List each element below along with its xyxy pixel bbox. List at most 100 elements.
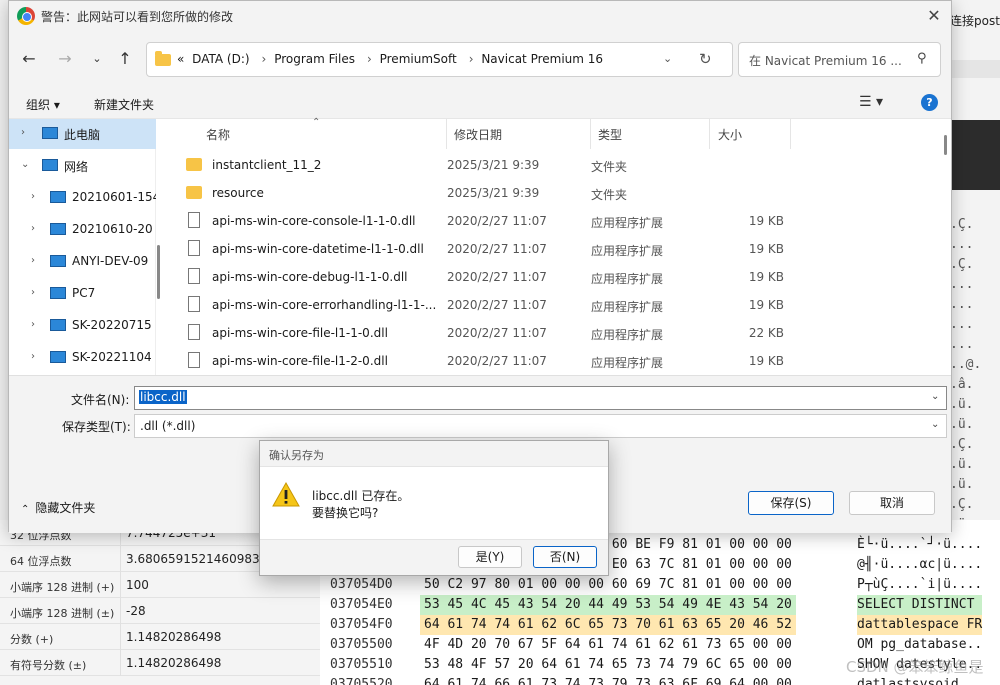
expand-chevron-icon[interactable]: › — [21, 127, 25, 138]
file-type: 文件夹 — [591, 188, 628, 202]
column-header-date[interactable]: 修改日期 — [454, 126, 502, 143]
address-dropdown-chevron-icon[interactable]: ⌄ — [663, 52, 672, 65]
file-size: 19 KB — [748, 214, 784, 228]
hide-folders-toggle[interactable]: ⌃ 隐藏文件夹 — [21, 499, 95, 516]
cancel-button[interactable]: 取消 — [849, 491, 935, 515]
search-input[interactable]: 在 Navicat Premium 16 ... ⚲ — [738, 42, 941, 77]
collapse-chevron-icon[interactable]: ⌄ — [21, 159, 29, 170]
no-button[interactable]: 否(N) — [533, 546, 597, 568]
warning-icon — [272, 482, 300, 507]
hex-ascii: dattablespace FR — [857, 615, 983, 635]
breadcrumb-item[interactable]: DATA (D:) — [192, 52, 249, 66]
expand-chevron-icon[interactable]: › — [31, 223, 35, 234]
nav-item-computer[interactable]: › SK-20221104 — [9, 343, 156, 373]
confirm-body: libcc.dll 已存在。 要替换它吗? — [260, 467, 608, 539]
column-header-type[interactable]: 类型 — [598, 126, 622, 143]
file-row[interactable]: instantclient_11_2 2025/3/21 9:39 文件夹 — [164, 151, 944, 179]
inspector-row: 分数 (+) 1.14820286498 — [0, 624, 320, 650]
nav-item-computer[interactable]: › SK-20220715 — [9, 311, 156, 341]
address-bar[interactable]: « DATA (D:) › Program Files › PremiumSoft ›… — [146, 42, 733, 77]
hex-bytes: 64 61 74 74 61 62 6C 65 73 70 61 63 65 2… — [420, 615, 796, 635]
recent-locations-chevron-icon[interactable]: ⌄ — [85, 47, 109, 71]
hex-address: 037054F0 — [330, 617, 393, 632]
nav-item-computer[interactable]: › 20210601-154 — [9, 183, 156, 213]
nav-item-label: 20210610-20 — [72, 222, 153, 236]
expand-chevron-icon[interactable]: › — [31, 255, 35, 266]
nav-item-this-pc[interactable]: › 此电脑 — [9, 119, 156, 149]
confirm-message-exists: libcc.dll 已存在。 — [312, 489, 410, 503]
expand-chevron-icon[interactable]: › — [31, 351, 35, 362]
navigation-pane[interactable]: › 此电脑 ⌄ 网络 › 20210601-154 › 20210610-20 › ANY… — [9, 119, 156, 375]
file-row[interactable]: api-ms-win-core-console-l1-1-0.dll 2020/2… — [164, 207, 944, 235]
expand-chevron-icon[interactable]: › — [31, 287, 35, 298]
nav-item-label: 此电脑 — [64, 128, 101, 142]
column-header-name[interactable]: 名称 — [206, 126, 230, 143]
computer-icon — [50, 351, 66, 363]
organize-menu-button[interactable]: 组织 ▾ — [26, 96, 60, 113]
column-header-row: ⌃ 名称 修改日期 类型 大小 — [164, 117, 944, 149]
search-icon[interactable]: ⚲ — [917, 51, 927, 66]
hex-ascii: P┬ùÇ....`i|ü.... — [857, 577, 983, 592]
column-header-size[interactable]: 大小 — [718, 126, 742, 143]
yes-button[interactable]: 是(Y) — [458, 546, 522, 568]
watermark: CSDN @笨笨鲸鱼是 — [846, 658, 984, 676]
new-folder-button[interactable]: 新建文件夹 — [94, 96, 154, 113]
breadcrumb-separator-icon[interactable]: › — [262, 52, 267, 66]
back-arrow-icon[interactable]: ← — [17, 47, 41, 71]
breadcrumb-item[interactable]: Program Files — [274, 52, 355, 66]
chevron-down-icon[interactable]: ⌄ — [931, 391, 939, 402]
hex-address: 03705510 — [330, 657, 393, 672]
dialog-titlebar[interactable]: 警告：此网站可以看到您所做的修改 ✕ — [9, 1, 951, 31]
file-list-scrollbar[interactable] — [944, 135, 947, 155]
file-list[interactable]: ⌃ 名称 修改日期 类型 大小 instantclient_11_2 2025/3… — [164, 117, 951, 375]
hex-address: 03705500 — [330, 637, 393, 652]
nav-item-computer[interactable]: › ANYI-DEV-09 — [9, 247, 156, 277]
file-row[interactable]: api-ms-win-core-file-l1-2-0.dll 2020/2/27… — [164, 347, 944, 375]
view-options-icon[interactable]: ☰ ▾ — [859, 94, 883, 110]
file-row[interactable]: resource 2025/3/21 9:39 文件夹 — [164, 179, 944, 207]
file-row[interactable]: api-ms-win-core-debug-l1-1-0.dll 2020/2/2… — [164, 263, 944, 291]
hex-bytes: 64 61 74 66 61 73 74 73 79 73 63 6F 69 6… — [424, 677, 792, 685]
nav-item-network[interactable]: ⌄ 网络 — [9, 151, 156, 181]
breadcrumb-separator-icon[interactable]: › — [469, 52, 474, 66]
file-row[interactable]: api-ms-win-core-errorhandling-l1-1-... 20… — [164, 291, 944, 319]
forward-arrow-icon[interactable]: → — [53, 47, 77, 71]
dll-file-icon — [188, 212, 200, 228]
background-tab-label[interactable]: 连接postg — [950, 8, 1000, 34]
computer-icon — [50, 319, 66, 331]
nav-item-label: SK-20220715 — [72, 318, 152, 332]
inspector-label: 64 位浮点数 — [10, 555, 72, 568]
breadcrumb-item[interactable]: PremiumSoft — [380, 52, 457, 66]
file-row[interactable]: api-ms-win-core-datetime-l1-1-0.dll 2020/… — [164, 235, 944, 263]
save-button[interactable]: 保存(S) — [748, 491, 834, 515]
hex-address: 037054E0 — [330, 597, 393, 612]
nav-item-computer[interactable]: › PC7 — [9, 279, 156, 309]
file-name: api-ms-win-core-console-l1-1-0.dll — [212, 214, 416, 228]
file-date: 2025/3/21 9:39 — [447, 186, 540, 200]
nav-item-label: ANYI-DEV-09 — [72, 254, 149, 268]
filetype-select[interactable]: .dll (*.dll) ⌄ — [134, 414, 947, 438]
breadcrumb-item[interactable]: Navicat Premium 16 — [481, 52, 603, 66]
expand-chevron-icon[interactable]: › — [31, 319, 35, 330]
dialog-title: 警告：此网站可以看到您所做的修改 — [41, 10, 234, 24]
nav-item-computer[interactable]: › 20210610-20 — [9, 215, 156, 245]
chevron-down-icon[interactable]: ⌄ — [931, 419, 939, 430]
inspector-value: 100 — [126, 578, 149, 592]
hex-ascii: OM pg_database.. — [857, 637, 983, 652]
breadcrumb-overflow[interactable]: « — [177, 52, 184, 66]
confirm-titlebar[interactable]: 确认另存为 — [260, 441, 608, 467]
file-row[interactable]: api-ms-win-core-file-l1-1-0.dll 2020/2/27… — [164, 319, 944, 347]
file-date: 2025/3/21 9:39 — [447, 158, 540, 172]
refresh-icon[interactable]: ↻ — [699, 50, 712, 68]
close-icon[interactable]: ✕ — [923, 5, 945, 27]
file-size: 19 KB — [748, 354, 784, 368]
background-ascii-column: .Ç. ... .Ç. ... ... ... ... ..@. .â. .ü.… — [950, 217, 982, 552]
computer-icon — [50, 255, 66, 267]
nav-scrollbar[interactable] — [157, 245, 160, 299]
help-icon[interactable]: ? — [921, 94, 938, 111]
breadcrumb-separator-icon[interactable]: › — [367, 52, 372, 66]
filename-input[interactable]: libcc.dll ⌄ — [134, 386, 947, 410]
filetype-value: .dll (*.dll) — [140, 419, 196, 433]
up-arrow-icon[interactable]: ↑ — [113, 47, 137, 71]
expand-chevron-icon[interactable]: › — [31, 191, 35, 202]
